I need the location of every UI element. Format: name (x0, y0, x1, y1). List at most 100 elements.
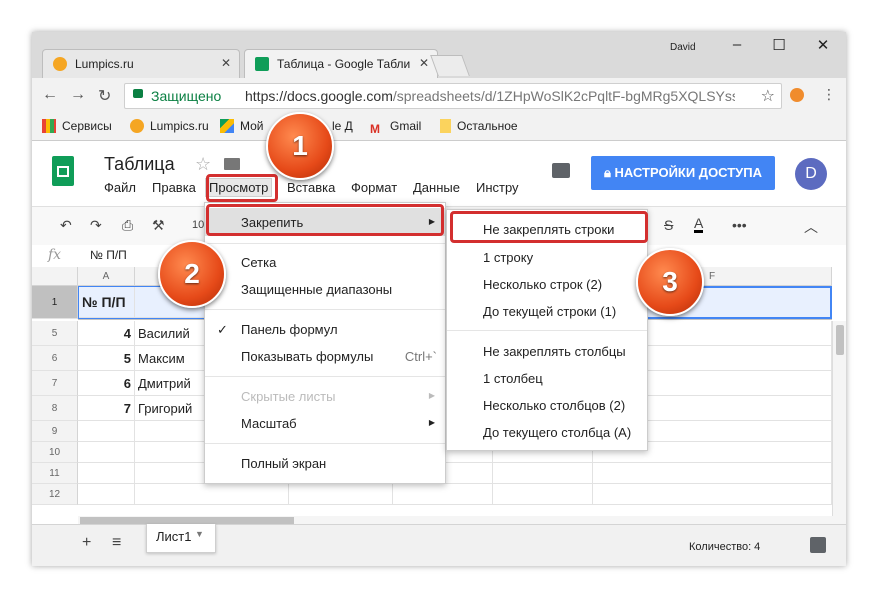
row-header[interactable]: 10 (32, 442, 78, 463)
menu-item-label: До текущей строки (1) (483, 304, 617, 319)
select-all-corner[interactable] (32, 267, 78, 286)
row-header[interactable]: 12 (32, 484, 78, 505)
menu-item-label: Панель формул (241, 322, 338, 337)
row-header[interactable]: 8 (32, 396, 78, 421)
menu-edit[interactable]: Правка (152, 180, 196, 195)
print-icon[interactable]: ⎙ (122, 217, 133, 234)
menu-data[interactable]: Данные (413, 180, 460, 195)
bookmarks-bar: Сервисы Lumpics.ru Мой le Д M Gmail Остал… (32, 112, 846, 141)
bookmark-label: Остальное (457, 119, 518, 133)
bookmark-label: Сервисы (62, 119, 112, 133)
undo-icon[interactable]: ↶ (60, 217, 72, 234)
bookmark-other[interactable]: Остальное (440, 119, 518, 133)
close-tab-icon[interactable]: ✕ (221, 56, 231, 70)
sheet-tab[interactable]: Лист1 ▼ (146, 524, 216, 553)
sheets-logo-icon[interactable] (52, 156, 74, 186)
address-bar[interactable]: Защищено https://docs.google.com/spreads… (124, 83, 782, 109)
minimize-icon[interactable]: – (724, 36, 750, 53)
star-icon[interactable]: ☆ (195, 154, 211, 175)
scrollbar-thumb[interactable] (80, 517, 294, 524)
row-header[interactable]: 1 (32, 286, 78, 319)
table-cell[interactable] (393, 484, 493, 505)
more-options-icon[interactable]: ••• (732, 217, 747, 233)
row-header[interactable]: 7 (32, 371, 78, 396)
sheets-favicon-icon (255, 57, 269, 71)
maximize-icon[interactable]: ☐ (766, 36, 792, 54)
share-button[interactable]: 🔒︎ НАСТРОЙКИ ДОСТУПА (591, 156, 775, 190)
avatar[interactable]: D (795, 158, 827, 190)
close-window-icon[interactable]: ✕ (810, 36, 836, 54)
bookmark-drive[interactable]: Мой (220, 119, 264, 133)
table-cell[interactable] (78, 421, 135, 442)
selection-count[interactable]: Количество: 4 (689, 541, 760, 553)
row-header[interactable]: 5 (32, 321, 78, 346)
explore-icon[interactable] (810, 537, 826, 553)
bookmark-star-icon[interactable]: ☆ (761, 86, 775, 106)
menu-insert[interactable]: Вставка (287, 180, 335, 195)
browser-menu-icon[interactable]: ⋮ (822, 86, 836, 103)
table-cell[interactable] (493, 463, 593, 484)
row-header[interactable]: 9 (32, 421, 78, 442)
lumpics-favicon-icon (130, 119, 144, 133)
bookmark-google-docs[interactable]: le Д (332, 119, 353, 133)
table-cell[interactable] (593, 463, 832, 484)
table-cell[interactable] (78, 463, 135, 484)
paint-format-icon[interactable]: ⚒ (152, 217, 165, 234)
text-color-icon[interactable]: A (694, 216, 704, 233)
table-cell[interactable]: 4 (78, 321, 135, 346)
row-header[interactable]: 11 (32, 463, 78, 484)
check-icon: ✓ (217, 322, 228, 337)
submenu-arrow-icon: ▶ (428, 391, 435, 400)
tab-lumpics[interactable]: Lumpics.ru ✕ (42, 49, 240, 79)
highlight-frame-unfreeze-rows (450, 211, 648, 243)
new-tab-button[interactable] (430, 55, 470, 76)
menu-file[interactable]: Файл (104, 180, 136, 195)
menu-item-label: Масштаб (241, 416, 297, 431)
bookmark-gmail[interactable]: M Gmail (370, 119, 421, 136)
collapse-toolbar-icon[interactable]: ︿ (804, 217, 818, 237)
bookmark-lumpics[interactable]: Lumpics.ru (130, 119, 209, 133)
font-size-value[interactable]: 10 (192, 219, 204, 231)
highlight-frame-view-menu (206, 174, 278, 202)
tab-title: Таблица - Google Табли (277, 57, 411, 71)
submenu-arrow-icon: ▶ (428, 418, 435, 427)
forward-icon[interactable]: → (70, 86, 86, 104)
table-cell[interactable] (78, 484, 135, 505)
step-badge-2: 2 (158, 240, 226, 308)
table-cell[interactable] (135, 484, 289, 505)
table-cell[interactable] (593, 484, 832, 505)
profile-name[interactable]: David (670, 42, 696, 53)
fx-icon: fx (48, 247, 62, 263)
title-bar: Lumpics.ru ✕ Таблица - Google Табли ✕ Da… (32, 32, 846, 79)
reload-icon[interactable]: ↻ (98, 86, 111, 106)
redo-icon[interactable]: ↷ (90, 217, 102, 234)
formula-input[interactable]: № П/П (90, 248, 127, 262)
all-sheets-button[interactable]: ≡ (112, 534, 121, 552)
scrollbar-thumb[interactable] (836, 325, 844, 355)
chevron-down-icon[interactable]: ▼ (195, 529, 204, 539)
table-cell[interactable] (78, 442, 135, 463)
strikethrough-icon[interactable]: S (664, 217, 673, 233)
extension-icon[interactable] (790, 88, 804, 102)
table-cell[interactable] (493, 484, 593, 505)
folder-icon[interactable] (224, 158, 240, 170)
table-cell[interactable]: 5 (78, 346, 135, 371)
bookmark-apps[interactable]: Сервисы (42, 119, 112, 133)
table-cell[interactable]: № П/П (79, 287, 135, 318)
row-header[interactable]: 6 (32, 346, 78, 371)
comments-icon[interactable] (552, 163, 570, 178)
menu-tools[interactable]: Инстру (476, 180, 519, 195)
menu-format[interactable]: Формат (351, 180, 397, 195)
close-tab-icon[interactable]: ✕ (419, 56, 429, 70)
gmail-icon: M (370, 122, 380, 136)
document-title[interactable]: Таблица (104, 154, 175, 175)
table-cell[interactable]: 6 (78, 371, 135, 396)
table-cell[interactable]: 7 (78, 396, 135, 421)
column-header-a[interactable]: A (78, 267, 135, 286)
add-sheet-button[interactable]: + (82, 534, 91, 552)
vertical-scrollbar[interactable] (832, 321, 846, 516)
table-cell[interactable] (289, 484, 393, 505)
bookmark-label: Lumpics.ru (150, 119, 209, 133)
back-icon[interactable]: ← (42, 86, 58, 104)
tab-sheets[interactable]: Таблица - Google Табли ✕ (244, 49, 438, 79)
